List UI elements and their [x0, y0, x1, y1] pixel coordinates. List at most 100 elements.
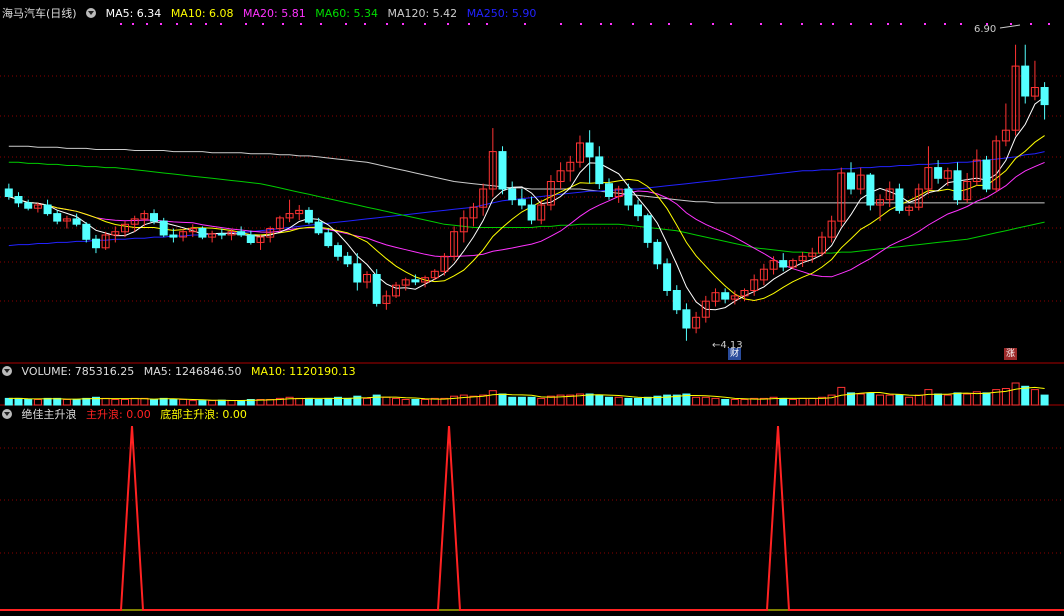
legend-bottom-wave: 底部主升浪: 0.00 — [160, 408, 247, 421]
signal-dots — [120, 23, 1050, 25]
signal-dot — [610, 23, 612, 25]
signal-dot — [320, 23, 322, 25]
candlesticks[interactable] — [4, 24, 1049, 341]
legend-ma120: MA120: 5.42 — [387, 7, 458, 20]
down-candle — [72, 218, 81, 225]
volume-bar — [392, 397, 400, 406]
down-candle — [24, 202, 33, 209]
signal-dot — [1030, 23, 1032, 25]
indicator-name[interactable]: 绝佳主升浪 — [22, 408, 77, 421]
signal-dot — [820, 23, 822, 25]
signal-dot — [600, 23, 602, 25]
indicator-panel-header: 绝佳主升浪 主升浪: 0.00 底部主升浪: 0.00 — [2, 407, 253, 422]
limit-up-event-tag[interactable]: 涨 — [1004, 348, 1017, 360]
volume-bar — [4, 397, 13, 406]
legend-ma10: MA10: 6.08 — [170, 7, 234, 20]
down-candle — [953, 170, 962, 201]
signal-dot — [402, 23, 404, 25]
down-candle — [372, 274, 381, 304]
down-candle — [624, 188, 633, 206]
volume-bar — [53, 397, 62, 406]
volume-bar — [982, 392, 991, 406]
volume-bar — [963, 393, 972, 406]
volume-bar — [488, 390, 497, 406]
volume-bar — [363, 397, 371, 406]
signal-dot — [650, 23, 652, 25]
legend-vol-ma10: MA10: 1120190.13 — [250, 365, 356, 378]
volume-bar — [498, 393, 507, 406]
volume-bar — [62, 399, 71, 406]
volume-panel-header: VOLUME: 785316.25 MA5: 1246846.50 MA10: … — [2, 364, 362, 379]
down-candle — [82, 223, 91, 240]
volume-bar — [33, 399, 42, 406]
signal-dot — [780, 23, 782, 25]
legend-volume: VOLUME: 785316.25 — [21, 365, 135, 378]
volume-bar — [595, 394, 604, 406]
volume-bar — [1021, 385, 1030, 406]
volume-bar — [934, 393, 943, 406]
volume-bar — [43, 397, 52, 406]
indicator-dropdown-icon[interactable] — [2, 409, 12, 419]
legend-ma5: MA5: 6.34 — [105, 7, 162, 20]
signal-dot — [245, 23, 247, 25]
volume-bar — [372, 394, 381, 406]
legend-ma60: MA60: 5.34 — [315, 7, 378, 20]
signal-dot — [730, 23, 732, 25]
volume-bar — [721, 399, 730, 406]
grid-lines — [0, 75, 1064, 554]
down-candle — [721, 292, 730, 300]
volume-bar — [169, 399, 178, 406]
ma60-line — [8, 161, 1045, 254]
down-candle — [585, 142, 594, 158]
signal-dot — [524, 23, 526, 25]
signal-dot — [386, 23, 388, 25]
down-candle — [1040, 87, 1049, 106]
signal-dot — [960, 23, 962, 25]
down-candle — [682, 309, 691, 329]
volume-bar — [885, 394, 894, 406]
volume-bar — [14, 397, 23, 406]
volume-bar — [624, 397, 633, 406]
volume-bar — [101, 397, 110, 406]
volume-bar — [130, 397, 139, 406]
down-candle — [517, 199, 526, 206]
signal-dot — [850, 23, 852, 25]
down-candle — [334, 245, 342, 257]
volume-dropdown-icon[interactable] — [2, 366, 12, 376]
down-candle — [343, 255, 352, 265]
volume-bar — [779, 397, 788, 406]
volume-bar — [324, 397, 333, 406]
settings-dropdown-icon[interactable] — [86, 8, 97, 18]
volume-bar — [314, 399, 323, 406]
volume-bar — [924, 389, 933, 406]
volume-bar — [198, 400, 207, 406]
volume-bar — [508, 396, 517, 406]
signal-dot — [120, 23, 122, 25]
indicator-lines — [0, 425, 1064, 611]
stock-title[interactable]: 海马汽车(日线) — [2, 7, 77, 20]
finance-event-tag[interactable]: 财 — [728, 348, 741, 360]
down-candle — [159, 220, 168, 236]
signal-dot — [887, 23, 889, 25]
signal-dot — [468, 23, 470, 25]
volume-bar — [1011, 382, 1020, 406]
legend-ma20: MA20: 5.81 — [243, 7, 306, 20]
volume-bar — [856, 393, 865, 406]
volume-bar — [459, 394, 468, 406]
volume-bar — [614, 396, 623, 406]
volume-bar — [188, 400, 197, 406]
legend-vol-ma5: MA5: 1246846.50 — [143, 365, 242, 378]
volume-bar — [701, 396, 710, 406]
down-candle — [53, 213, 62, 222]
signal-dot — [1010, 23, 1012, 25]
signal-dot — [205, 23, 207, 25]
price-panel-header: 海马汽车(日线) MA5: 6.34 MA10: 6.08 MA20: 5.81… — [2, 6, 542, 21]
volume-bar — [1040, 394, 1049, 406]
kline-chart[interactable] — [0, 0, 1064, 616]
signal-dot — [176, 23, 178, 25]
down-candle — [982, 159, 991, 190]
signal-dot — [580, 23, 582, 25]
volume-bar — [304, 397, 313, 406]
down-candle — [934, 167, 943, 179]
volume-bar — [537, 397, 546, 406]
